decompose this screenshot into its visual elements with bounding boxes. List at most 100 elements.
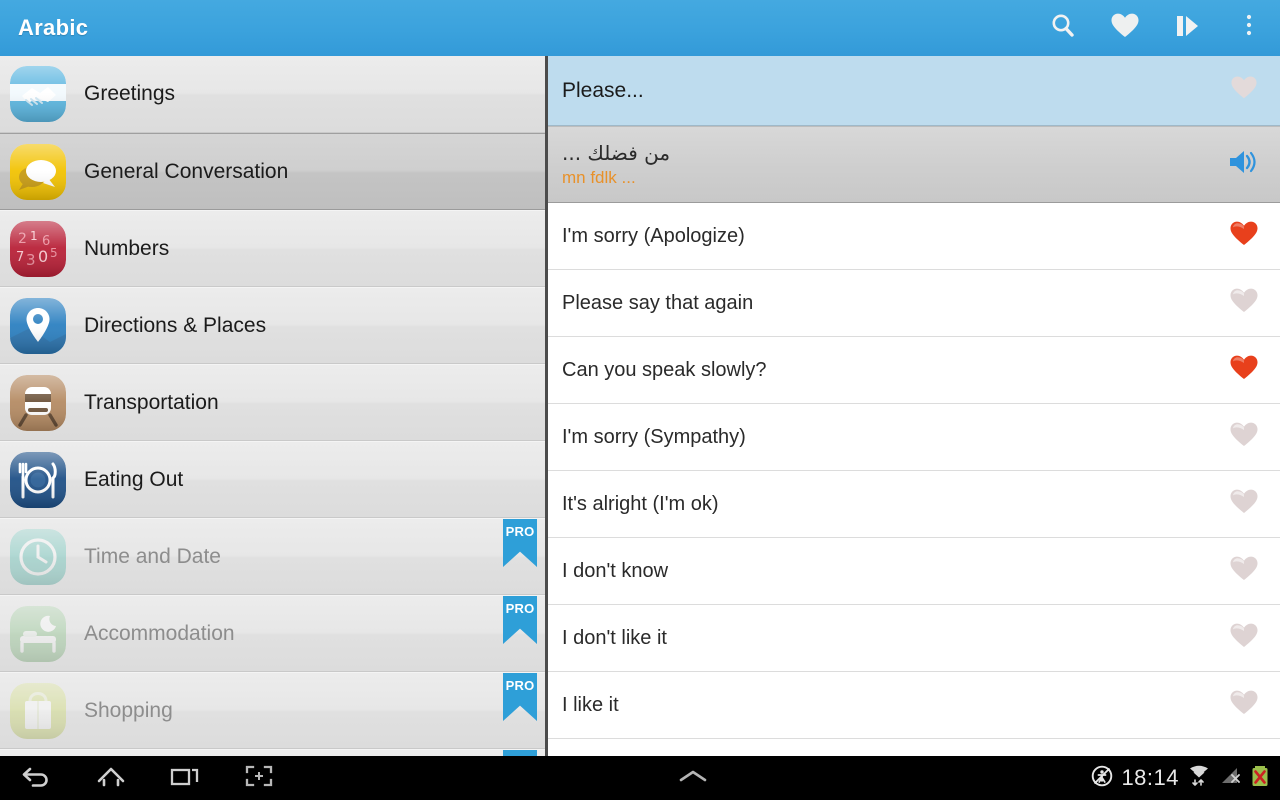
recents-button[interactable]	[148, 756, 222, 800]
search-button[interactable]	[1032, 0, 1094, 56]
heart-outline-icon	[1229, 555, 1259, 588]
sidebar-item-label: Eating Out	[84, 467, 184, 491]
main-content: Greetings General Conversation Numbers D…	[0, 56, 1280, 756]
phrase-text: I like it	[562, 693, 619, 716]
sidebar-item-label: Numbers	[84, 236, 170, 260]
home-icon	[95, 763, 127, 794]
screenshot-button[interactable]	[222, 756, 296, 800]
category-sidebar[interactable]: Greetings General Conversation Numbers D…	[0, 56, 548, 756]
numbers-icon: 2 1 6 7 3 0 5	[10, 220, 66, 277]
phrase-header-text: Please...	[562, 78, 644, 102]
favorite-toggle[interactable]	[1222, 622, 1266, 655]
heart-outline-icon	[1229, 689, 1259, 722]
phrase-list-header[interactable]: Please...	[548, 56, 1280, 126]
phrase-row[interactable]: I'm sorry (Sympathy)	[548, 404, 1280, 471]
sidebar-item-label: General Conversation	[84, 159, 289, 183]
sidebar-item-numbers[interactable]: 2 1 6 7 3 0 5 Numbers	[0, 210, 545, 287]
phrase-text: It's alright (I'm ok)	[562, 492, 719, 515]
translation-text-block: من فضلك ... mn fdlk ...	[562, 141, 1222, 189]
sidebar-item-time-and-date[interactable]: Time and Date PRO	[0, 518, 545, 595]
sidebar-item-greetings[interactable]: Greetings	[0, 56, 545, 133]
sidebar-item-transportation[interactable]: Transportation	[0, 364, 545, 441]
sidebar-item-eating-out[interactable]: Eating Out	[0, 441, 545, 518]
no-signal-icon	[1219, 765, 1243, 792]
sidebar-item-label: Transportation	[84, 390, 219, 414]
back-button[interactable]	[0, 756, 74, 800]
app-window: Arabic Greetings General Conversation Nu…	[0, 0, 1280, 800]
slideshow-icon	[1172, 12, 1202, 45]
sidebar-item-directions-places[interactable]: Directions & Places	[0, 287, 545, 364]
overflow-menu-icon	[1245, 12, 1253, 45]
favorite-toggle[interactable]	[1222, 689, 1266, 722]
sidebar-item-general-conversation[interactable]: General Conversation	[0, 133, 545, 210]
sidebar-item-label: Shopping	[84, 698, 173, 722]
heart-outline-icon	[1229, 488, 1259, 521]
heart-outline-icon	[1230, 75, 1258, 106]
handshake-icon	[10, 66, 66, 122]
map-pin-icon	[10, 297, 66, 354]
sidebar-item-label: Accommodation	[84, 621, 235, 645]
screenshot-icon	[244, 763, 274, 794]
android-navigation-bar: 18:14	[0, 756, 1280, 800]
home-button[interactable]	[74, 756, 148, 800]
phrase-rows-container: I'm sorry (Apologize) Please say that ag…	[548, 203, 1280, 739]
shopping-bag-icon	[10, 682, 66, 739]
phrase-text: I'm sorry (Apologize)	[562, 224, 745, 247]
heart-outline-icon	[1229, 287, 1259, 320]
slideshow-button[interactable]	[1156, 0, 1218, 56]
favorite-toggle[interactable]	[1222, 220, 1266, 253]
sidebar-item-shopping[interactable]: Shopping PRO	[0, 672, 545, 749]
pro-badge[interactable]: PRO	[503, 519, 537, 567]
favorites-heart-icon	[1110, 12, 1140, 45]
phrase-row[interactable]: I don't know	[548, 538, 1280, 605]
battery-error-icon	[1250, 764, 1270, 793]
phrase-text: I'm sorry (Sympathy)	[562, 425, 746, 448]
status-icons[interactable]: 18:14	[1090, 764, 1280, 793]
train-icon	[10, 374, 66, 431]
wifi-icon	[1186, 764, 1212, 793]
favorites-button[interactable]	[1094, 0, 1156, 56]
heart-filled-icon	[1229, 220, 1259, 253]
action-bar: Arabic	[0, 0, 1280, 56]
clock-icon	[10, 528, 66, 585]
phrase-row[interactable]: It's alright (I'm ok)	[548, 471, 1280, 538]
phrase-row[interactable]: I don't like it	[548, 605, 1280, 672]
phrase-row[interactable]: Please say that again	[548, 270, 1280, 337]
back-icon	[21, 763, 53, 794]
heart-filled-icon	[1229, 354, 1259, 387]
phrase-list-pane[interactable]: Please... من فضلك ... mn fdlk ... I'm so…	[548, 56, 1280, 756]
phrase-text: I don't know	[562, 559, 669, 582]
phrase-text: I don't like it	[562, 626, 667, 649]
phrase-row[interactable]: Can you speak slowly?	[548, 337, 1280, 404]
favorite-toggle[interactable]	[1222, 488, 1266, 521]
notification-handle[interactable]	[296, 766, 1090, 791]
play-audio-button[interactable]	[1222, 147, 1266, 182]
speaker-icon	[1227, 147, 1261, 182]
transliteration-text: mn fdlk ...	[562, 167, 636, 187]
phrase-text: Can you speak slowly?	[562, 358, 767, 381]
pro-badge[interactable]: PRO	[503, 673, 537, 721]
mute-icon	[1090, 764, 1114, 793]
sidebar-item-label: Time and Date	[84, 544, 221, 568]
pro-badge[interactable]: PRO	[503, 596, 537, 644]
phrase-row[interactable]: I'm sorry (Apologize)	[548, 203, 1280, 270]
favorite-toggle[interactable]	[1222, 555, 1266, 588]
recents-icon	[169, 763, 201, 794]
speech-bubble-icon	[10, 143, 66, 200]
status-clock: 18:14	[1121, 765, 1179, 790]
phrase-text: Please say that again	[562, 291, 754, 314]
search-icon	[1048, 11, 1078, 46]
chevron-up-icon	[673, 766, 713, 791]
favorite-toggle[interactable]	[1222, 421, 1266, 454]
phrase-row[interactable]: I like it	[548, 672, 1280, 739]
heart-outline-icon	[1229, 622, 1259, 655]
phrase-header-favorite-toggle[interactable]	[1222, 75, 1266, 106]
sidebar-item-label: Greetings	[84, 82, 176, 105]
favorite-toggle[interactable]	[1222, 287, 1266, 320]
overflow-menu-button[interactable]	[1218, 0, 1280, 56]
favorite-toggle[interactable]	[1222, 354, 1266, 387]
sidebar-item-accommodation[interactable]: Accommodation PRO	[0, 595, 545, 672]
phrase-expanded-translation[interactable]: من فضلك ... mn fdlk ...	[548, 126, 1280, 203]
sidebar-item-partial[interactable]: PRO	[0, 749, 545, 756]
bed-moon-icon	[10, 605, 66, 662]
